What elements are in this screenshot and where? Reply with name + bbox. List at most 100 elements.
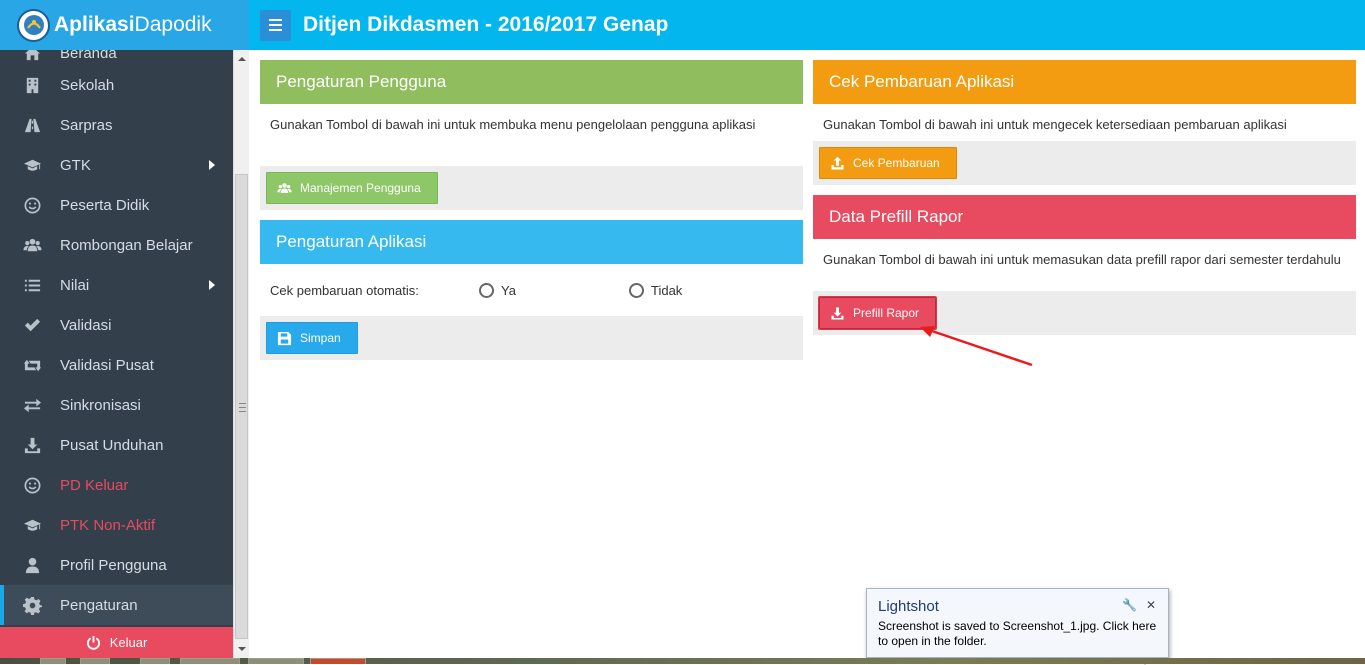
sidebar-item-label: Peserta Didik: [60, 196, 150, 214]
annotation-arrow-icon: [920, 326, 1033, 367]
button-label: Simpan: [300, 331, 341, 345]
radio-circle-icon: [629, 282, 644, 298]
page-title: Ditjen Dikdasmen - 2016/2017 Genap: [303, 13, 669, 36]
sidebar-item-pusat-unduhan[interactable]: Pusat Unduhan: [0, 425, 233, 465]
scroll-up-arrow-icon[interactable]: [238, 57, 246, 61]
sidebar-item-pd-keluar[interactable]: PD Keluar: [0, 465, 233, 505]
home-icon: [20, 50, 44, 63]
logout-button[interactable]: Keluar: [0, 627, 233, 658]
sidebar-item-label: Sarpras: [60, 116, 113, 134]
app-brand[interactable]: Aplikasi Dapodik: [0, 0, 249, 50]
user-icon: [20, 555, 44, 575]
manajemen-pengguna-button[interactable]: Manajemen Pengguna: [266, 172, 438, 204]
top-bar: Ditjen Dikdasmen - 2016/2017 Genap: [249, 0, 1365, 50]
simpan-button[interactable]: Simpan: [266, 322, 358, 354]
sidebar-item-label: Beranda: [60, 50, 117, 62]
sidebar: Beranda Sekolah Sarpras GTK Peserta Didi…: [0, 50, 233, 658]
smile-icon: [20, 475, 44, 495]
taskbar-button[interactable]: [80, 658, 110, 664]
sidebar-item-ptk-non-aktif[interactable]: PTK Non-Aktif: [0, 505, 233, 545]
graduation-cap-icon: [20, 515, 44, 535]
panel-description: Gunakan Tombol di bawah ini untuk membuk…: [260, 104, 803, 166]
check-icon: [20, 315, 44, 335]
building-icon: [20, 75, 44, 95]
panel-title: Pengaturan Aplikasi: [260, 220, 803, 264]
cek-pembaruan-button[interactable]: Cek Pembaruan: [819, 147, 957, 179]
sidebar-item-sekolah[interactable]: Sekolah: [0, 65, 233, 105]
scrollbar-thumb[interactable]: [235, 174, 248, 639]
menu-toggle-icon[interactable]: [260, 9, 291, 41]
gear-icon: [20, 595, 44, 615]
button-label: Manajemen Pengguna: [300, 181, 421, 195]
panel-pengaturan-pengguna: Pengaturan Pengguna Gunakan Tombol di ba…: [260, 60, 803, 210]
lightshot-notification[interactable]: 🔧 ✕ Lightshot Screenshot is saved to Scr…: [866, 588, 1169, 665]
graduation-cap-icon: [20, 155, 44, 175]
sidebar-item-profil-pengguna[interactable]: Profil Pengguna: [0, 545, 233, 585]
taskbar-button[interactable]: [310, 658, 366, 664]
sidebar-item-nilai[interactable]: Nilai: [0, 265, 233, 305]
auto-update-label: Cek pembaruan otomatis:: [270, 282, 419, 298]
panel-title: Cek Pembaruan Aplikasi: [813, 60, 1356, 104]
download-icon: [831, 307, 844, 319]
sidebar-item-sinkronisasi[interactable]: Sinkronisasi: [0, 385, 233, 425]
taskbar-button[interactable]: [140, 658, 170, 664]
sidebar-item-label: Nilai: [60, 276, 90, 294]
power-icon: [86, 635, 100, 650]
button-label: Prefill Rapor: [853, 306, 920, 320]
sidebar-item-label: Sekolah: [60, 76, 115, 94]
taskbar-button[interactable]: [180, 658, 240, 664]
sidebar-item-label: Pusat Unduhan: [60, 436, 164, 454]
panel-description: Gunakan Tombol di bawah ini untuk mengec…: [813, 104, 1356, 141]
panel-footer: Simpan: [260, 316, 803, 360]
sidebar-item-pengaturan[interactable]: Pengaturan: [0, 585, 233, 625]
caret-right-icon: [209, 160, 215, 170]
brand-bold-text: Aplikasi: [54, 13, 135, 36]
panel-footer: Prefill Rapor: [813, 291, 1356, 335]
logout-label: Keluar: [109, 635, 148, 650]
wrench-icon[interactable]: 🔧: [1122, 598, 1137, 612]
panel-title: Pengaturan Pengguna: [260, 60, 803, 104]
sidebar-item-label: GTK: [60, 156, 91, 174]
panel-pengaturan-aplikasi: Pengaturan Aplikasi Cek pembaruan otomat…: [260, 220, 803, 360]
save-icon: [277, 331, 292, 345]
auto-update-row: Cek pembaruan otomatis: Ya Tidak: [260, 264, 803, 316]
sidebar-item-peserta-didik[interactable]: Peserta Didik: [0, 185, 233, 225]
sidebar-item-sarpras[interactable]: Sarpras: [0, 105, 233, 145]
panel-data-prefill-rapor: Data Prefill Rapor Gunakan Tombol di baw…: [813, 195, 1356, 335]
sidebar-item-label: Pengaturan: [60, 596, 138, 614]
panel-footer: Manajemen Pengguna: [260, 166, 803, 210]
retweet-icon: [20, 355, 44, 375]
sidebar-item-validasi-pusat[interactable]: Validasi Pusat: [0, 345, 233, 385]
radio-label: Ya: [501, 282, 516, 298]
upload-icon: [831, 156, 844, 169]
sidebar-item-label: PTK Non-Aktif: [60, 516, 156, 534]
sidebar-item-gtk[interactable]: GTK: [0, 145, 233, 185]
list-icon: [20, 275, 44, 295]
radio-circle-icon: [479, 282, 494, 298]
scroll-down-arrow-icon[interactable]: [238, 647, 246, 651]
taskbar-button[interactable]: [248, 658, 304, 664]
users-icon: [20, 235, 44, 255]
download-icon: [20, 435, 44, 455]
caret-right-icon: [209, 280, 215, 290]
sidebar-item-label: PD Keluar: [60, 476, 129, 494]
panel-title: Data Prefill Rapor: [813, 195, 1356, 239]
sidebar-item-rombongan-belajar[interactable]: Rombongan Belajar: [0, 225, 233, 265]
notification-title: Lightshot: [878, 598, 939, 615]
radio-ya[interactable]: Ya: [479, 282, 516, 298]
smile-icon: [20, 195, 44, 215]
sidebar-item-label: Validasi Pusat: [60, 356, 154, 374]
close-icon[interactable]: ✕: [1146, 598, 1156, 612]
taskbar-button[interactable]: [40, 658, 66, 664]
panel-description: Gunakan Tombol di bawah ini untuk memasu…: [813, 239, 1356, 291]
sidebar-item-validasi[interactable]: Validasi: [0, 305, 233, 345]
sidebar-scrollbar[interactable]: [233, 50, 249, 658]
radio-label: Tidak: [651, 282, 683, 298]
sidebar-item-label: Rombongan Belajar: [60, 236, 193, 254]
radio-tidak[interactable]: Tidak: [629, 282, 683, 298]
sidebar-item-label: Sinkronisasi: [60, 396, 141, 414]
tut-wuri-handayani-logo-icon: [17, 8, 50, 42]
sidebar-item-label: Validasi: [60, 316, 112, 334]
road-icon: [20, 115, 44, 135]
notification-message[interactable]: Screenshot is saved to Screenshot_1.jpg.…: [878, 619, 1158, 649]
